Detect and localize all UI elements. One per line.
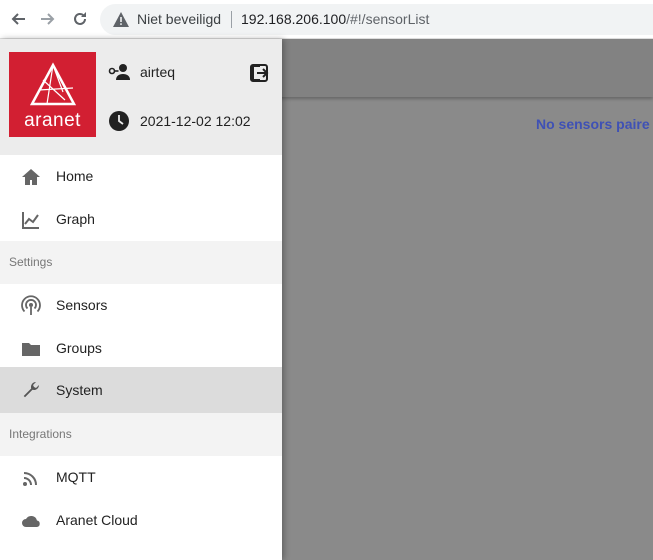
logout-icon[interactable] <box>249 63 271 85</box>
folder-icon <box>20 338 42 360</box>
warning-icon[interactable] <box>112 11 130 28</box>
section-label: Integrations <box>9 427 72 441</box>
section-label: Settings <box>9 255 53 269</box>
nav-item-graph[interactable]: Graph <box>0 198 282 241</box>
forward-arrow-icon[interactable] <box>38 9 58 29</box>
drawer-header: aranet airteq 2021-12-02 12:02 <box>0 39 282 155</box>
side-drawer: aranet airteq 2021-12-02 12:02 Home Grap… <box>0 39 282 560</box>
rss-icon <box>20 467 42 489</box>
url-host: 192.168.206.100 <box>241 11 347 27</box>
datetime: 2021-12-02 12:02 <box>140 113 251 129</box>
logo-icon <box>29 62 77 106</box>
clock-icon <box>108 110 130 132</box>
nav-item-label: Graph <box>56 211 95 227</box>
nav-item-label: Aranet Cloud <box>56 512 138 528</box>
sensor-icon <box>20 295 42 317</box>
browser-toolbar: Niet beveiligd 192.168.206.100/#!/sensor… <box>0 0 653 39</box>
section-integrations: Integrations <box>0 413 282 456</box>
security-status[interactable]: Niet beveiligd <box>137 11 221 27</box>
username: airteq <box>140 64 176 80</box>
nav-item-label: MQTT <box>56 469 96 485</box>
empty-state-message: No sensors paire <box>536 116 650 132</box>
nav-item-label: Groups <box>56 340 102 356</box>
section-settings: Settings <box>0 241 282 284</box>
wrench-icon <box>20 379 42 401</box>
url-text[interactable]: 192.168.206.100/#!/sensorList <box>241 11 429 27</box>
graph-icon <box>20 209 42 231</box>
user-key-icon <box>108 61 130 83</box>
reload-icon[interactable] <box>70 9 90 29</box>
nav-item-mqtt[interactable]: MQTT <box>0 456 282 499</box>
url-path: /#!/sensorList <box>346 11 430 27</box>
nav-item-aranet-cloud[interactable]: Aranet Cloud <box>0 499 282 542</box>
nav-item-label: Home <box>56 168 94 184</box>
aranet-logo: aranet <box>9 52 96 137</box>
home-icon <box>20 166 42 188</box>
nav-item-home[interactable]: Home <box>0 155 282 198</box>
back-arrow-icon[interactable] <box>8 9 28 29</box>
nav-item-label: Sensors <box>56 297 108 313</box>
divider <box>231 11 232 28</box>
cloud-icon <box>20 510 42 532</box>
nav-item-groups[interactable]: Groups <box>0 327 282 370</box>
logo-text: aranet <box>24 110 81 131</box>
address-bar[interactable]: Niet beveiligd 192.168.206.100/#!/sensor… <box>100 4 653 35</box>
nav-item-label: System <box>56 382 103 398</box>
nav-item-sensors[interactable]: Sensors <box>0 284 282 327</box>
nav-item-system[interactable]: System <box>0 367 282 413</box>
